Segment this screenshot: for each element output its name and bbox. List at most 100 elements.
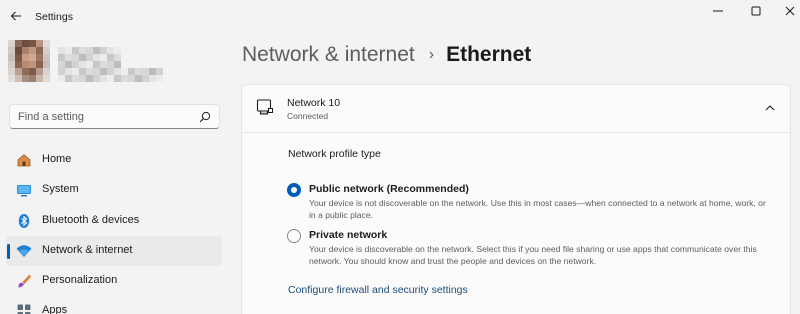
- public-network-description: Your device is not discoverable on the n…: [309, 198, 766, 220]
- private-network-label[interactable]: Private network: [309, 229, 387, 241]
- breadcrumb-parent[interactable]: Network & internet: [242, 43, 415, 67]
- network-card: Network 10 Connected Network profile typ…: [241, 84, 791, 314]
- search-input[interactable]: [18, 108, 198, 126]
- avatar-pixel: [36, 54, 43, 61]
- maximize-button[interactable]: [738, 2, 774, 20]
- configure-firewall-link[interactable]: Configure firewall and security settings: [288, 284, 468, 296]
- profile-pixel: [149, 68, 156, 75]
- profile-pixel: [79, 75, 86, 82]
- brush-icon: [16, 273, 32, 289]
- avatar-pixel: [15, 61, 22, 68]
- search-icon[interactable]: [199, 111, 211, 123]
- public-network-radio[interactable]: [287, 183, 301, 197]
- profile-pixel: [93, 75, 100, 82]
- avatar-pixel: [8, 40, 15, 47]
- profile-pixel: [149, 75, 156, 82]
- sidebar-item-label: Home: [42, 153, 72, 165]
- avatar-pixel: [29, 54, 36, 61]
- avatar-pixel: [36, 47, 43, 54]
- avatar-pixel: [15, 47, 22, 54]
- avatar-pixel: [29, 47, 36, 54]
- profile-pixel: [79, 61, 86, 68]
- avatar-pixel: [22, 40, 29, 47]
- maximize-icon: [751, 6, 761, 16]
- sidebar-nav: Home System Bluetooth & devices Network …: [6, 145, 222, 314]
- avatar-pixel: [43, 54, 50, 61]
- sidebar-item-label: Apps: [42, 304, 68, 314]
- avatar-pixel: [15, 75, 22, 82]
- avatar-pixel: [43, 61, 50, 68]
- sidebar-item-apps[interactable]: Apps: [6, 296, 222, 314]
- network-name: Network 10: [287, 97, 341, 109]
- profile-pixel: [79, 68, 86, 75]
- avatar-pixel: [8, 47, 15, 54]
- profile-pixel: [114, 54, 121, 61]
- profile-pixel: [100, 68, 107, 75]
- profile-pixel: [72, 61, 79, 68]
- profile-pixel: [100, 75, 107, 82]
- avatar-pixel: [36, 68, 43, 75]
- profile-info-blurred: [58, 47, 168, 82]
- sidebar-item-home[interactable]: Home: [6, 145, 222, 175]
- chevron-up-icon[interactable]: [764, 103, 776, 113]
- avatar-pixel: [8, 75, 15, 82]
- breadcrumb-separator: ›: [428, 46, 435, 63]
- bluetooth-icon: [16, 213, 32, 229]
- profile-pixel: [107, 54, 114, 61]
- private-network-description: Your device is discoverable on the netwo…: [309, 244, 757, 266]
- profile-pixel: [128, 68, 135, 75]
- profile-pixel: [135, 75, 142, 82]
- sidebar-item-system[interactable]: System: [6, 175, 222, 205]
- avatar-pixel: [29, 75, 36, 82]
- profile-pixel: [156, 75, 163, 82]
- profile-pixel: [100, 54, 107, 61]
- profile-pixel: [142, 68, 149, 75]
- profile-pixel: [86, 75, 93, 82]
- profile-pixel: [121, 75, 128, 82]
- public-network-label[interactable]: Public network (Recommended): [309, 183, 469, 195]
- avatar-pixel: [15, 68, 22, 75]
- profile-pixel: [72, 68, 79, 75]
- avatar-pixel: [22, 75, 29, 82]
- profile-pixel: [142, 75, 149, 82]
- profile-pixel: [100, 61, 107, 68]
- profile-pixel: [65, 75, 72, 82]
- active-indicator: [7, 243, 10, 259]
- profile-pixel: [135, 68, 142, 75]
- network-card-header[interactable]: Network 10 Connected: [242, 85, 790, 133]
- sidebar-item-personalization[interactable]: Personalization: [6, 266, 222, 296]
- avatar[interactable]: [8, 40, 50, 82]
- minimize-icon: [713, 10, 723, 12]
- close-icon: [785, 6, 795, 16]
- profile-pixel: [114, 61, 121, 68]
- sidebar-item-network[interactable]: Network & internet: [6, 235, 222, 266]
- avatar-pixel: [8, 54, 15, 61]
- profile-pixel: [86, 68, 93, 75]
- private-network-radio[interactable]: [287, 229, 301, 243]
- avatar-pixel: [36, 61, 43, 68]
- profile-pixel: [72, 75, 79, 82]
- close-button[interactable]: [772, 2, 800, 20]
- profile-pixel: [86, 47, 93, 54]
- avatar-pixel: [43, 75, 50, 82]
- search-box[interactable]: [9, 104, 220, 129]
- monitor-icon: [16, 182, 32, 198]
- profile-pixel: [93, 54, 100, 61]
- profile-pixel: [156, 68, 163, 75]
- profile-pixel: [72, 54, 79, 61]
- profile-pixel: [58, 47, 65, 54]
- profile-pixel: [114, 47, 121, 54]
- profile-pixel: [79, 47, 86, 54]
- back-button[interactable]: [6, 6, 26, 26]
- avatar-pixel: [22, 54, 29, 61]
- profile-pixel: [79, 54, 86, 61]
- profile-pixel: [86, 61, 93, 68]
- avatar-pixel: [8, 61, 15, 68]
- profile-pixel: [65, 47, 72, 54]
- breadcrumb: Network & internet › Ethernet: [242, 40, 531, 70]
- minimize-button[interactable]: [700, 2, 736, 20]
- avatar-pixel: [29, 68, 36, 75]
- profile-pixel: [107, 68, 114, 75]
- apps-icon: [16, 303, 32, 314]
- sidebar-item-bluetooth[interactable]: Bluetooth & devices: [6, 206, 222, 236]
